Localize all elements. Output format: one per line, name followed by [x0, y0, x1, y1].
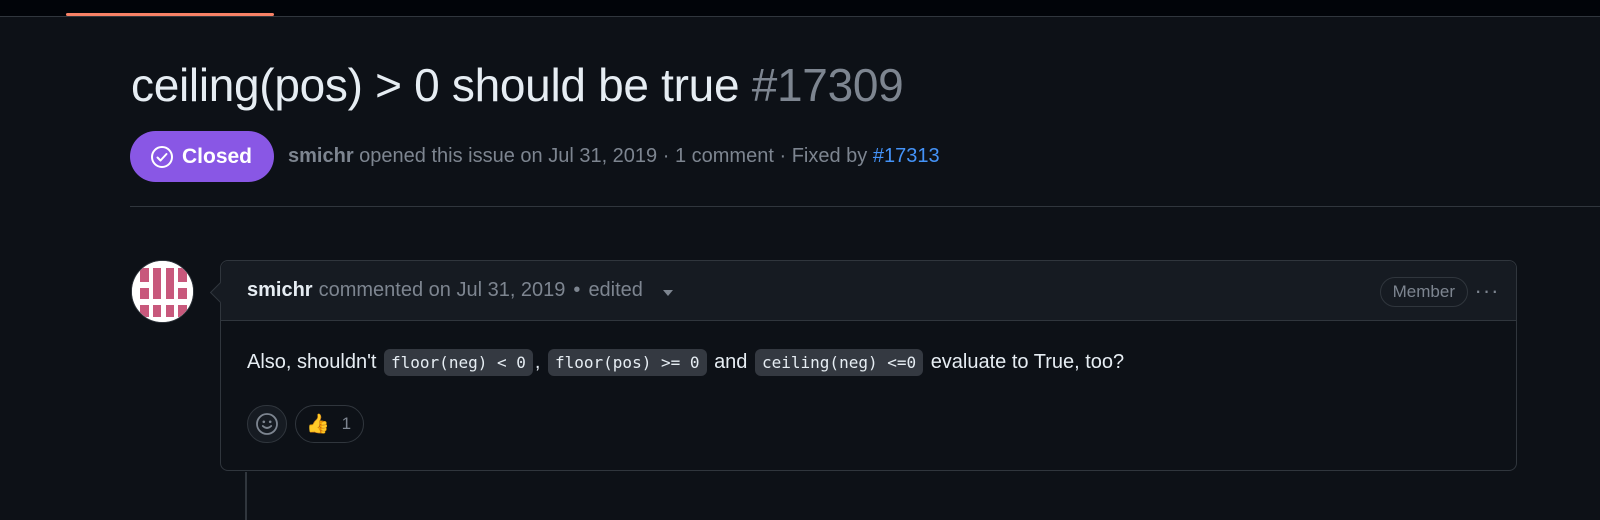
- add-reaction-button[interactable]: [247, 405, 287, 443]
- inline-code: floor(neg) < 0: [384, 349, 533, 376]
- comment-author-link[interactable]: smichr: [247, 279, 313, 302]
- top-nav-bar: [0, 0, 1600, 17]
- reaction-count: 1: [341, 414, 352, 433]
- issue-title: ceiling(pos) > 0 should be true #17309: [131, 58, 904, 112]
- role-badge: Member: [1379, 277, 1468, 307]
- comment-count: 1 comment: [674, 145, 774, 167]
- issue-meta-text: smichr opened this issue on Jul 31, 2019…: [288, 145, 940, 168]
- inline-code: ceiling(neg) <=0: [755, 349, 924, 376]
- smiley-icon: [256, 413, 278, 435]
- issue-title-text: ceiling(pos) > 0 should be true: [131, 59, 740, 111]
- fixed-by-pr-link[interactable]: #17313: [873, 145, 940, 167]
- issue-number: #17309: [751, 59, 904, 111]
- body-text: evaluate to True, too?: [930, 351, 1125, 373]
- edited-label: edited: [588, 279, 643, 301]
- comment-meta: smichr commented on Jul 31, 2019 • edite…: [247, 279, 673, 302]
- kebab-icon[interactable]: ···: [1472, 277, 1502, 305]
- status-badge: Closed: [130, 131, 275, 182]
- opened-text: opened this issue on Jul 31, 2019: [359, 145, 658, 167]
- body-text: ,: [534, 351, 541, 373]
- comment-box: smichr commented on Jul 31, 2019 • edite…: [209, 260, 1517, 471]
- inline-code: floor(pos) >= 0: [548, 349, 707, 376]
- meta-separator: ·: [779, 145, 787, 167]
- reaction-thumbs-up-button[interactable]: 👍 1: [295, 405, 365, 443]
- comment-header: smichr commented on Jul 31, 2019 • edite…: [221, 261, 1516, 321]
- edited-dropdown[interactable]: edited: [588, 279, 673, 302]
- bullet-separator: •: [573, 279, 581, 301]
- identicon-image: [132, 261, 193, 322]
- meta-separator: ·: [662, 145, 670, 167]
- status-label: Closed: [182, 144, 253, 168]
- reactions-bar: 👍 1: [247, 405, 365, 443]
- header-divider: [130, 206, 1600, 207]
- thumbs-up-icon: 👍: [306, 413, 330, 435]
- body-text: Also, shouldn't: [247, 351, 377, 373]
- issue-meta: Closed smichr opened this issue on Jul 3…: [130, 131, 940, 182]
- timeline-line: [245, 472, 247, 520]
- issue-author-link[interactable]: smichr: [288, 145, 354, 167]
- active-tab-underline: [66, 13, 274, 16]
- chevron-down-icon: [662, 290, 673, 296]
- fixed-by-label: Fixed by: [791, 145, 868, 167]
- avatar[interactable]: [131, 260, 194, 323]
- comment-body: Also, shouldn't floor(neg) < 0 , floor(p…: [247, 349, 1490, 376]
- check-circle-icon: [151, 145, 173, 168]
- commented-text[interactable]: commented on Jul 31, 2019: [319, 279, 566, 302]
- body-text: and: [714, 351, 748, 373]
